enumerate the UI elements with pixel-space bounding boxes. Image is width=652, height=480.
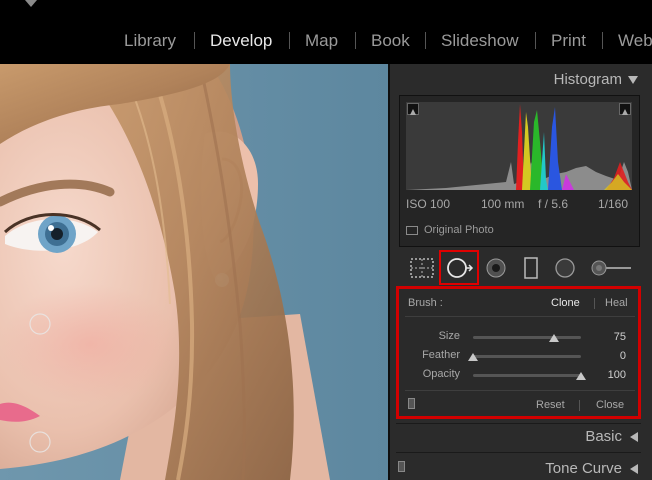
panel-on-off-switch[interactable] [408,398,415,409]
basic-panel-header[interactable]: Basic [585,428,638,445]
module-separator [535,32,536,49]
adjustment-brush-icon [591,260,631,276]
red-eye-tool[interactable] [481,254,511,282]
collapse-arrow-icon[interactable] [25,0,37,7]
collapse-triangle-icon [628,76,638,85]
crop-grid-icon [410,258,434,278]
module-book[interactable]: Book [371,31,410,51]
opacity-label: Opacity [422,368,460,380]
histogram-curve [406,104,632,190]
shutter-value: 1/160 [598,197,629,211]
tone-curve-panel-title: Tone Curve [545,460,622,477]
shadow-clipping-toggle[interactable] [407,103,419,115]
module-separator [194,32,195,49]
size-slider[interactable] [473,336,581,339]
spot-removal-icon [447,258,474,278]
reset-button[interactable]: Reset [536,399,565,411]
module-develop[interactable]: Develop [210,31,272,51]
tool-strip [399,250,638,285]
adjustment-brush-tool[interactable] [587,254,635,282]
histogram-header[interactable]: Histogram [554,71,638,88]
triangle-up-icon [410,109,416,115]
portrait-image [0,64,388,480]
radial-filter-tool[interactable] [550,254,580,282]
graduated-filter-icon [524,257,538,279]
photo-canvas[interactable] [0,64,388,480]
size-slider-knob[interactable] [549,334,559,342]
spot-removal-tool[interactable] [444,254,474,282]
clone-mode-button[interactable]: Clone [551,297,580,309]
button-separator [579,400,580,411]
radial-filter-icon [555,258,575,278]
focal-length-value: 100 mm [481,197,525,211]
histogram-title: Histogram [553,71,622,88]
feather-label: Feather [422,349,460,361]
module-slideshow[interactable]: Slideshow [441,31,519,51]
aperture-value: f / 5.6 [538,197,569,211]
red-eye-icon [486,258,506,278]
tone-curve-panel-header[interactable]: Tone Curve [545,460,638,477]
feather-value[interactable]: 0 [596,350,626,362]
opacity-slider-knob[interactable] [576,372,586,380]
opacity-value[interactable]: 100 [596,369,626,381]
graduated-filter-tool[interactable] [516,254,546,282]
basic-panel-title: Basic [585,428,622,445]
highlight-clipping-toggle[interactable] [619,103,631,115]
checkbox-icon [406,225,418,235]
expand-triangle-icon [630,464,638,475]
expand-triangle-icon [630,432,638,443]
histogram-graph[interactable] [406,102,632,190]
close-button[interactable]: Close [596,399,624,411]
original-photo-label: Original Photo [424,224,494,236]
divider [396,423,641,424]
feather-slider-knob[interactable] [468,353,478,361]
brush-label: Brush : [408,297,443,309]
module-separator [355,32,356,49]
divider [405,390,635,391]
size-value[interactable]: 75 [596,331,626,343]
histogram-panel: ISO 100 100 mm f / 5.6 1/160 Original Ph… [399,95,640,247]
right-panel: Histogram ISO 100 100 mm f / 5.6 1/160 O… [388,64,652,480]
tone-curve-on-off-switch[interactable] [398,461,405,472]
feather-slider[interactable] [473,355,581,358]
crop-overlay-tool[interactable] [407,254,437,282]
module-separator [425,32,426,49]
module-separator [289,32,290,49]
divider [405,316,635,317]
iso-value: ISO 100 [406,197,451,211]
original-photo-toggle[interactable]: Original Photo [406,224,494,236]
size-label: Size [438,330,460,342]
triangle-up-icon [622,109,628,115]
module-library[interactable]: Library [124,31,176,51]
spot-removal-panel: Brush : Clone Heal Size 75 Feather 0 Opa… [396,286,641,419]
mode-separator [594,298,595,309]
module-separator [602,32,603,49]
module-map[interactable]: Map [305,31,338,51]
module-web[interactable]: Web [618,31,652,51]
module-picker-bar: Library Develop Map Book Slideshow Print… [0,0,652,64]
divider [396,452,641,453]
opacity-slider[interactable] [473,374,581,377]
module-print[interactable]: Print [551,31,586,51]
heal-mode-button[interactable]: Heal [605,297,628,309]
